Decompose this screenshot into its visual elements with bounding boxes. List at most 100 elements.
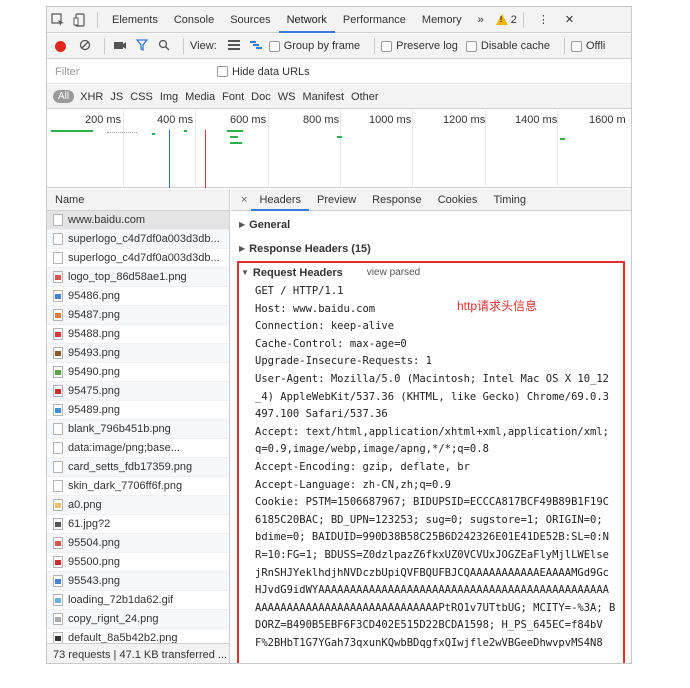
request-row[interactable]: 95487.png: [47, 306, 229, 325]
request-row[interactable]: 95489.png: [47, 401, 229, 420]
type-filter-img[interactable]: Img: [160, 91, 178, 103]
header-line: R=10:FG=1; BDUSS=Z0dzlpazZ6fkxUZ0VCVUxJO…: [255, 548, 610, 561]
devtools-tabbar: Elements Console Sources Network Perform…: [47, 7, 631, 33]
request-name: data:image/png;base...: [68, 441, 180, 454]
tab-sources[interactable]: Sources: [222, 7, 278, 33]
inspect-element-icon[interactable]: [47, 7, 69, 33]
type-filter-other[interactable]: Other: [351, 91, 379, 103]
request-row[interactable]: 95486.png: [47, 287, 229, 306]
header-line: AAAAAAAAAAAAAAAAAAAAAAAAAAAAAPtRO1v7UTtb…: [255, 601, 616, 614]
device-toolbar-icon[interactable]: [69, 7, 91, 33]
type-filter-js[interactable]: JS: [110, 91, 123, 103]
request-detail-panel: × Headers Preview Response Cookies Timin…: [231, 189, 631, 663]
general-section-title: General: [249, 219, 291, 231]
tab-console[interactable]: Console: [166, 7, 222, 33]
request-headers-title: Request Headers: [252, 267, 343, 279]
offline-checkbox[interactable]: [570, 40, 582, 52]
request-row[interactable]: 95475.png: [47, 382, 229, 401]
type-filter-font[interactable]: Font: [222, 91, 244, 103]
request-row[interactable]: a0.png: [47, 496, 229, 515]
request-row[interactable]: 95543.png: [47, 572, 229, 591]
request-name: a0.png: [68, 498, 102, 511]
tab-cookies[interactable]: Cookies: [430, 189, 486, 211]
request-headers-highlight: ▼ Request Headers view parsed GET / HTTP…: [237, 261, 625, 663]
request-row[interactable]: 61.jpg?2: [47, 515, 229, 534]
image-icon: [53, 271, 63, 283]
general-section-toggle[interactable]: ▶ General: [231, 213, 631, 237]
request-name: www.baidu.com: [68, 213, 146, 226]
customize-menu-button[interactable]: ⋮: [530, 7, 557, 33]
type-filter-all[interactable]: All: [53, 90, 75, 103]
request-row[interactable]: 95488.png: [47, 325, 229, 344]
request-row[interactable]: skin_dark_7706ff6f.png: [47, 477, 229, 496]
tab-memory[interactable]: Memory: [414, 7, 470, 33]
type-filter-manifest[interactable]: Manifest: [302, 91, 344, 103]
request-row[interactable]: www.baidu.com: [47, 211, 229, 230]
offline-label: Offli: [585, 40, 606, 52]
close-devtools-button[interactable]: ✕: [557, 7, 582, 33]
filter-icon[interactable]: [133, 38, 151, 54]
type-filter-media[interactable]: Media: [185, 91, 215, 103]
filter-input[interactable]: Filter: [55, 66, 217, 78]
view-parsed-link[interactable]: view parsed: [367, 264, 420, 282]
disable-cache-checkbox[interactable]: [465, 40, 477, 52]
request-header-lines: GET / HTTP/1.1 Host: www.baidu.com Connect…: [239, 283, 623, 652]
search-icon[interactable]: [155, 39, 173, 54]
type-filter-xhr[interactable]: XHR: [80, 91, 103, 103]
request-row[interactable]: 95490.png: [47, 363, 229, 382]
image-icon: [53, 404, 63, 416]
capture-screenshots-icon[interactable]: [111, 39, 129, 54]
expand-arrow-icon: ▶: [239, 220, 246, 229]
request-row[interactable]: loading_72b1da62.gif: [47, 591, 229, 610]
request-name: 95486.png: [68, 289, 120, 302]
annotation-label: http请求头信息: [457, 299, 538, 313]
header-line: Accept-Language: zh-CN,zh;q=0.9: [255, 478, 451, 491]
more-tabs-button[interactable]: »: [470, 7, 492, 33]
header-line: DORZ=B490B5EBF6F3CD402E515D22BCDA1598; H…: [255, 619, 603, 632]
group-by-frame-checkbox[interactable]: [268, 40, 280, 52]
request-name: 95490.png: [68, 365, 120, 378]
warnings-counter[interactable]: 2: [495, 14, 517, 26]
hide-data-urls-label: Hide data URLs: [232, 65, 310, 78]
tab-response[interactable]: Response: [364, 189, 430, 211]
hide-data-urls-checkbox[interactable]: [217, 66, 228, 77]
image-icon: [53, 385, 63, 397]
name-column-header[interactable]: Name: [47, 189, 229, 211]
header-line: 497.100 Safari/537.36: [255, 408, 388, 421]
type-filter-ws[interactable]: WS: [278, 91, 296, 103]
tab-headers[interactable]: Headers: [251, 189, 310, 211]
overview-waterfall-icon[interactable]: [247, 39, 265, 53]
tab-performance[interactable]: Performance: [335, 7, 414, 33]
image-icon: [53, 309, 63, 321]
timeline-tick: 1400 ms: [515, 114, 558, 126]
request-row[interactable]: logo_top_86d58ae1.png: [47, 268, 229, 287]
response-headers-toggle[interactable]: ▶ Response Headers (15): [231, 237, 631, 261]
resource-type-filter: All XHR JS CSS Img Media Font Doc WS Man…: [47, 85, 631, 109]
tab-preview[interactable]: Preview: [309, 189, 364, 211]
request-row[interactable]: copy_rignt_24.png: [47, 610, 229, 629]
request-row[interactable]: data:image/png;base...: [47, 439, 229, 458]
image-icon: [53, 537, 63, 549]
request-row[interactable]: 95493.png: [47, 344, 229, 363]
request-row[interactable]: card_setts_fdb17359.png: [47, 458, 229, 477]
preserve-log-checkbox[interactable]: [381, 40, 393, 52]
large-request-rows-icon[interactable]: [225, 39, 243, 53]
tab-network[interactable]: Network: [278, 7, 335, 33]
header-line: HJvdG9idWYAAAAAAAAAAAAAAAAAAAAAAAAAAAAAA…: [255, 584, 610, 597]
request-row[interactable]: 95500.png: [47, 553, 229, 572]
clear-icon[interactable]: [76, 39, 94, 54]
tab-elements[interactable]: Elements: [104, 7, 166, 33]
type-filter-css[interactable]: CSS: [130, 91, 153, 103]
tab-timing[interactable]: Timing: [485, 189, 534, 211]
close-detail-button[interactable]: ×: [241, 194, 247, 206]
timeline-overview[interactable]: 200 ms 400 ms 600 ms 800 ms 1000 ms 1200…: [47, 110, 631, 188]
request-row[interactable]: blank_796b451b.png: [47, 420, 229, 439]
request-row[interactable]: superlogo_c4d7df0a003d3db...: [47, 249, 229, 268]
header-line: Accept: text/html,application/xhtml+xml,…: [255, 425, 610, 438]
type-filter-doc[interactable]: Doc: [251, 91, 271, 103]
request-row[interactable]: superlogo_c4d7df0a003d3db...: [47, 230, 229, 249]
record-button[interactable]: [55, 40, 66, 52]
request-name: 95488.png: [68, 327, 120, 340]
request-row[interactable]: 95504.png: [47, 534, 229, 553]
request-headers-toggle[interactable]: ▼ Request Headers view parsed: [239, 263, 623, 283]
